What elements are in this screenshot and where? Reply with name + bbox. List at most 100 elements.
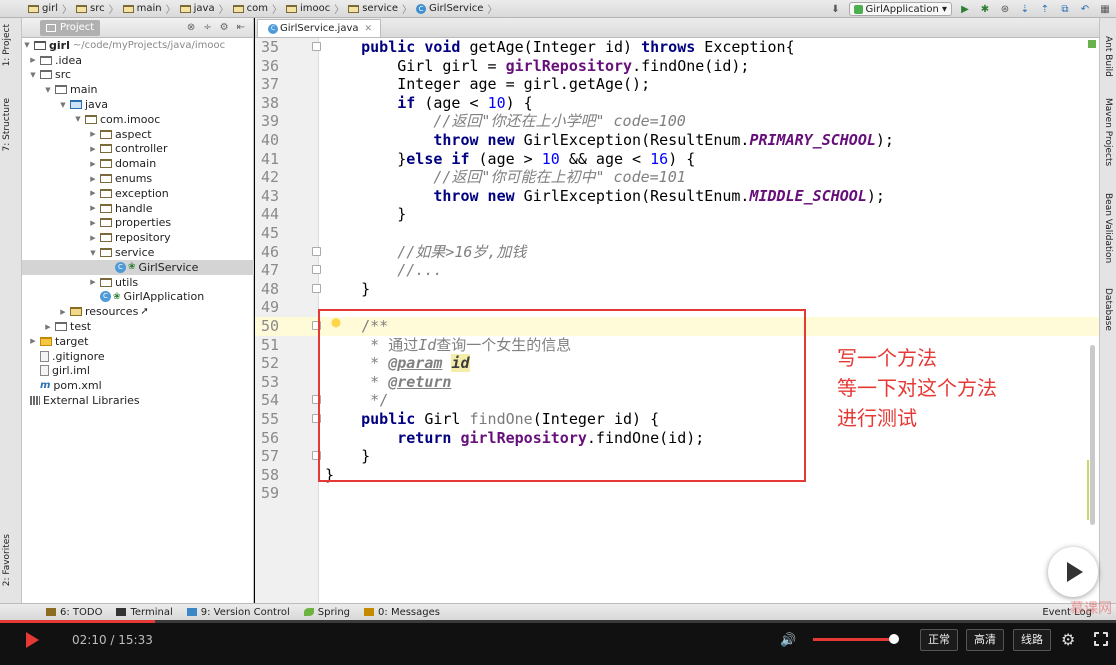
- database-tab[interactable]: Database: [1103, 288, 1113, 331]
- chevron-down-icon[interactable]: ▼: [58, 101, 68, 109]
- favorites-tool-tab[interactable]: 2: Favorites: [2, 534, 12, 586]
- chevron-down-icon[interactable]: ▼: [22, 41, 32, 49]
- line-number: 40: [260, 131, 279, 149]
- chevron-right-icon[interactable]: ▶: [88, 130, 98, 138]
- tree-item-enums[interactable]: ▶ enums: [22, 171, 254, 186]
- messages-tool-button[interactable]: 0: Messages: [364, 607, 440, 618]
- chevron-right-icon[interactable]: ▶: [43, 323, 53, 331]
- tree-item-resources[interactable]: ▶ resources ➚: [22, 304, 254, 319]
- chevron-right-icon[interactable]: ▶: [88, 219, 98, 227]
- chevron-down-icon[interactable]: ▼: [88, 249, 98, 257]
- tree-item-test[interactable]: ▶ test: [22, 319, 254, 334]
- debug-icon[interactable]: ✱: [978, 2, 992, 16]
- tree-item-external-libraries[interactable]: External Libraries: [22, 393, 254, 408]
- chevron-right-icon[interactable]: ▶: [28, 337, 38, 345]
- tree-item-java[interactable]: ▼ java: [22, 97, 254, 112]
- breadcrumb-item[interactable]: src 〉: [76, 1, 123, 16]
- tree-item-src[interactable]: ▼ src: [22, 68, 254, 83]
- tree-item-domain[interactable]: ▶ domain: [22, 156, 254, 171]
- tree-item-girl-iml[interactable]: girl.iml: [22, 364, 254, 379]
- chevron-right-icon[interactable]: ▶: [88, 160, 98, 168]
- tree-item-utils[interactable]: ▶ utils: [22, 275, 254, 290]
- tree-item-pom-xml[interactable]: m pom.xml: [22, 378, 254, 393]
- breadcrumb-item[interactable]: java 〉: [179, 1, 233, 16]
- vcs-commit-icon[interactable]: ⇡: [1038, 2, 1052, 16]
- tree-item-com-imooc[interactable]: ▼ com.imooc: [22, 112, 254, 127]
- chevron-right-icon[interactable]: ▶: [88, 175, 98, 183]
- bean-validation-tab[interactable]: Bean Validation: [1103, 193, 1113, 263]
- build-icon[interactable]: ⬇: [829, 2, 843, 16]
- module-file-icon: [40, 365, 49, 377]
- fullscreen-icon[interactable]: [1093, 631, 1109, 647]
- progress-bar[interactable]: [0, 620, 1116, 623]
- quality-hd-button[interactable]: 高清: [966, 629, 1004, 651]
- todo-tool-button[interactable]: 6: TODO: [46, 607, 102, 618]
- run-config-select[interactable]: GirlApplication ▾: [848, 2, 952, 16]
- tree-item-girl[interactable]: ▼ girl ~/code/myProjects/java/imooc: [22, 38, 254, 53]
- tree-item-handle[interactable]: ▶ handle: [22, 201, 254, 216]
- chevron-right-icon[interactable]: ▶: [88, 278, 98, 286]
- volume-icon[interactable]: 🔊: [780, 633, 796, 648]
- tree-item-target[interactable]: ▶ target: [22, 334, 254, 349]
- settings-gear-icon[interactable]: ⚙: [1061, 630, 1075, 649]
- chevron-down-icon[interactable]: ▼: [28, 71, 38, 79]
- volume-slider[interactable]: [813, 638, 895, 641]
- tree-item-main[interactable]: ▼ main: [22, 82, 254, 97]
- fold-icon[interactable]: [312, 265, 321, 275]
- video-play-button[interactable]: [1048, 547, 1098, 597]
- ant-build-tab[interactable]: Ant Build: [1103, 36, 1113, 77]
- fold-icon[interactable]: [312, 283, 321, 293]
- chevron-right-icon[interactable]: ▶: [88, 145, 98, 153]
- vcs-history-icon[interactable]: ⧉: [1058, 2, 1072, 16]
- tree-item-girlapplication[interactable]: C ❀ GirlApplication: [22, 290, 254, 305]
- undo-icon[interactable]: ↶: [1078, 2, 1092, 16]
- maven-projects-tab[interactable]: Maven Projects: [1103, 98, 1113, 166]
- fold-icon[interactable]: [312, 42, 321, 51]
- close-icon[interactable]: ✕: [365, 24, 373, 34]
- structure-tool-tab[interactable]: 7: Structure: [2, 98, 12, 152]
- route-button[interactable]: 线路: [1013, 629, 1051, 651]
- tree-item-repository[interactable]: ▶ repository: [22, 230, 254, 245]
- breadcrumb-item[interactable]: service 〉: [348, 1, 416, 16]
- sync-icon[interactable]: ⊗: [187, 22, 195, 33]
- editor-scrollbar[interactable]: [1090, 345, 1095, 525]
- tab-girlservice-java[interactable]: C GirlService.java ✕: [257, 19, 382, 37]
- chevron-down-icon[interactable]: ▼: [43, 86, 53, 94]
- coverage-icon[interactable]: ⊛: [998, 2, 1012, 16]
- play-icon[interactable]: [26, 632, 39, 648]
- project-tool-tab[interactable]: 1: Project: [2, 24, 12, 66]
- tree-item-service[interactable]: ▼ service: [22, 245, 254, 260]
- gear-icon[interactable]: ⚙: [220, 22, 229, 33]
- chevron-right-icon[interactable]: ▶: [88, 204, 98, 212]
- tree-item-idea[interactable]: ▶ .idea: [22, 53, 254, 68]
- run-icon[interactable]: ▶: [958, 2, 972, 16]
- breadcrumb-item[interactable]: C GirlService 〉: [416, 1, 501, 16]
- collapse-icon[interactable]: ÷: [203, 22, 211, 33]
- tree-item-gitignore[interactable]: .gitignore: [22, 349, 254, 364]
- breadcrumb-item[interactable]: girl 〉: [28, 1, 76, 16]
- structure-icon[interactable]: ▦: [1098, 2, 1112, 16]
- breadcrumb-item[interactable]: main 〉: [122, 1, 180, 16]
- hide-icon[interactable]: ⇤: [237, 22, 245, 33]
- chevron-right-icon[interactable]: ▶: [88, 189, 98, 197]
- chevron-right-icon[interactable]: ▶: [28, 56, 38, 64]
- chevron-right-icon[interactable]: ▶: [88, 234, 98, 242]
- version-control-tool-button[interactable]: 9: Version Control: [186, 607, 290, 618]
- chevron-down-icon[interactable]: ▼: [73, 115, 83, 123]
- spring-tool-button[interactable]: Spring: [303, 607, 350, 618]
- vcs-update-icon[interactable]: ⇣: [1018, 2, 1032, 16]
- tree-item-girlservice[interactable]: C ❀ GirlService: [22, 260, 254, 275]
- breadcrumb-item[interactable]: imooc 〉: [285, 1, 348, 16]
- tree-item-aspect[interactable]: ▶ aspect: [22, 127, 254, 142]
- fold-icon[interactable]: [312, 246, 321, 256]
- tree-item-controller[interactable]: ▶ controller: [22, 142, 254, 157]
- project-view-select[interactable]: Project: [40, 19, 101, 36]
- breadcrumb-item[interactable]: com 〉: [232, 1, 286, 16]
- tree-item-properties[interactable]: ▶ properties: [22, 216, 254, 231]
- inspection-ok-icon[interactable]: [1088, 40, 1096, 48]
- volume-knob[interactable]: [889, 634, 899, 644]
- quality-normal-button[interactable]: 正常: [920, 629, 958, 651]
- chevron-right-icon[interactable]: ▶: [58, 308, 68, 316]
- terminal-tool-button[interactable]: Terminal: [116, 607, 173, 618]
- tree-item-exception[interactable]: ▶ exception: [22, 186, 254, 201]
